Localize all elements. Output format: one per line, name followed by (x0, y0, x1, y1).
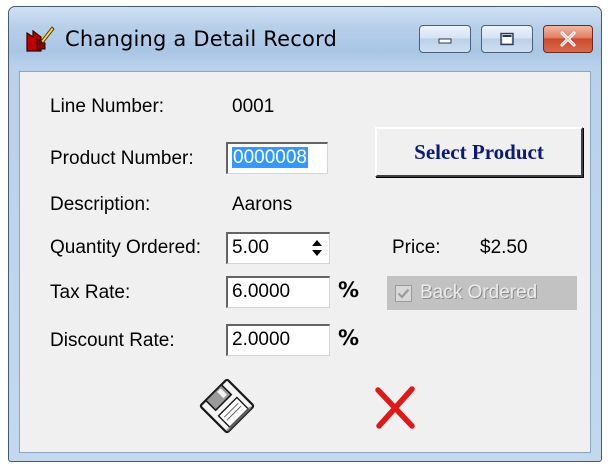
line-number-label: Line Number: (50, 96, 165, 117)
spinner-arrows-icon[interactable] (309, 236, 325, 260)
minimize-button[interactable] (419, 25, 471, 53)
title-bar[interactable]: Changing a Detail Record (9, 7, 601, 71)
close-icon (560, 31, 576, 47)
description-label: Description: (50, 194, 151, 215)
checkbox-box (395, 284, 412, 302)
select-product-button[interactable]: Select Product (375, 127, 583, 177)
product-number-input[interactable]: 0000008 (226, 142, 328, 174)
dialog-window: Changing a Detail Record Line Number: 00… (8, 6, 602, 462)
description-value: Aarons (232, 194, 293, 215)
minimize-icon (438, 38, 452, 44)
discount-rate-value: 2.0000 (232, 329, 291, 350)
discount-rate-percent-label: % (338, 326, 360, 350)
tax-rate-label: Tax Rate: (50, 282, 131, 303)
quantity-ordered-value: 5.00 (232, 237, 269, 258)
app-icon (26, 26, 55, 52)
window-title: Changing a Detail Record (65, 27, 338, 51)
close-button[interactable] (543, 25, 593, 53)
back-ordered-checkbox: Back Ordered (387, 276, 577, 310)
product-number-label: Product Number: (50, 148, 194, 169)
quantity-ordered-input[interactable]: 5.00 (226, 232, 330, 264)
product-number-value: 0000008 (232, 147, 308, 168)
price-value: $2.50 (480, 237, 528, 258)
back-ordered-label: Back Ordered (420, 282, 538, 303)
checkmark-icon (397, 288, 410, 299)
form-panel: Line Number: 0001 Product Number: 000000… (19, 71, 591, 453)
tax-rate-percent-label: % (338, 278, 360, 302)
discount-rate-input[interactable]: 2.0000 (226, 324, 330, 356)
quantity-ordered-label: Quantity Ordered: (50, 237, 202, 258)
tax-rate-input[interactable]: 6.0000 (226, 276, 330, 308)
tax-rate-value: 6.0000 (232, 281, 291, 302)
red-x-icon[interactable] (372, 384, 418, 432)
maximize-icon (500, 32, 514, 46)
maximize-button[interactable] (481, 25, 533, 53)
line-number-value: 0001 (232, 96, 275, 117)
discount-rate-label: Discount Rate: (50, 330, 175, 351)
floppy-disk-icon[interactable] (198, 378, 256, 434)
price-label: Price: (392, 237, 441, 258)
